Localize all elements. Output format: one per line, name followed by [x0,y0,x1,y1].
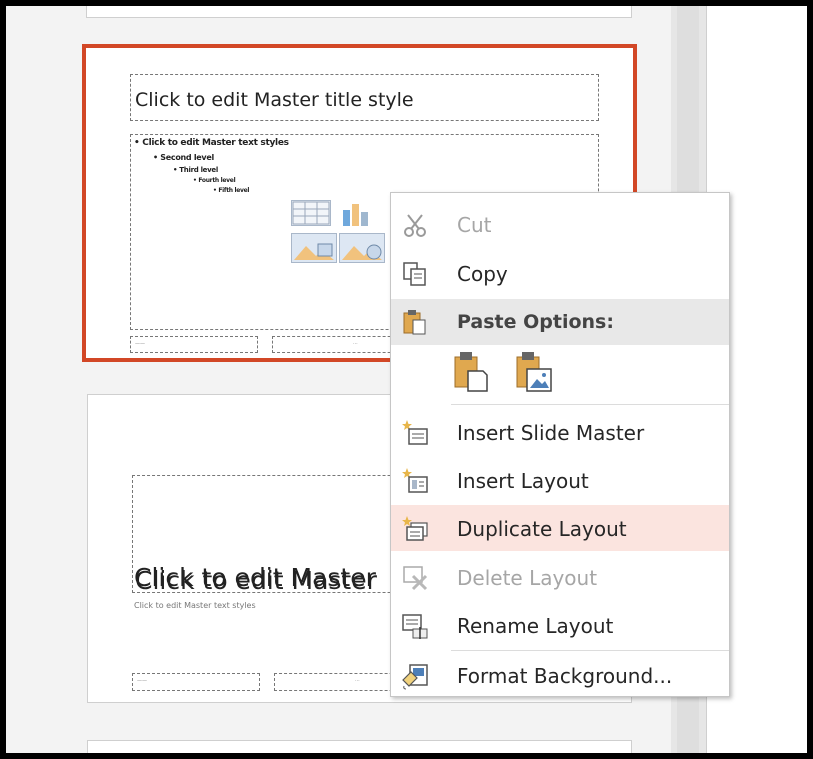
menu-item-format-background-label: Format Background... [457,664,673,688]
menu-item-rename-layout[interactable]: Rename Layout [391,602,729,648]
paste-keep-text-button[interactable] [451,349,491,395]
menu-item-insert-slide-master[interactable]: Insert Slide Master [391,409,729,455]
paste-picture-button[interactable] [513,349,557,395]
format-background-icon [401,662,429,690]
menu-item-delete-layout[interactable]: Delete Layout [391,554,729,600]
menu-item-rename-layout-label: Rename Layout [457,614,614,638]
menu-item-copy-label: Copy [457,262,508,286]
slide-thumbnail-pane: Click to edit Master title style • Click… [6,6,807,753]
rename-layout-icon [401,612,429,640]
layout-subtitle-text: Click to edit Master text styles [134,601,256,610]
slide-thumbnail-previous[interactable] [86,6,632,18]
menu-separator [451,650,729,651]
clipboard-icon [401,308,429,336]
text-level-4: • Fourth level [193,177,236,184]
menu-item-insert-layout-label: Insert Layout [457,469,589,493]
paste-keep-text-icon [451,352,491,399]
menu-item-cut-label: Cut [457,213,492,237]
insert-picture-icon [291,233,337,263]
menu-item-cut[interactable]: Cut [391,201,729,247]
slide-thumbnail-next[interactable] [87,740,632,753]
master-title-text: Click to edit Master title style [135,89,414,111]
text-level-5: • Fifth level [213,187,250,194]
menu-item-copy[interactable]: Copy [391,250,729,296]
layout-date-placeholder: —— [132,673,260,691]
text-level-3: • Third level [173,166,218,174]
date-placeholder: —— [130,336,258,353]
layout-title-text-visible: Click to edit Master [134,563,376,592]
paste-options-header: Paste Options: [391,299,729,345]
menu-item-insert-layout[interactable]: Insert Layout [391,457,729,503]
insert-layout-icon [401,467,429,495]
insert-table-icon [291,200,331,226]
paste-picture-icon [513,352,557,399]
delete-layout-icon [401,564,429,592]
insert-slide-master-icon [401,419,429,447]
text-level-1: • Click to edit Master text styles [134,138,289,148]
scissors-icon [401,211,429,239]
insert-online-picture-icon [339,233,385,263]
copy-icon [401,260,429,288]
menu-item-insert-slide-master-label: Insert Slide Master [457,421,645,445]
menu-item-duplicate-layout-label: Duplicate Layout [457,517,627,541]
menu-separator [451,404,729,405]
duplicate-layout-icon [401,515,429,543]
context-menu: Cut Copy Paste Options: Insert Slide Mas… [390,192,730,697]
text-level-2: • Second level [153,153,214,162]
insert-chart-icon [341,200,371,226]
title-placeholder: Click to edit Master title style [130,74,599,121]
paste-options-label: Paste Options: [457,311,614,333]
menu-item-format-background[interactable]: Format Background... [391,652,729,698]
menu-item-delete-layout-label: Delete Layout [457,566,598,590]
menu-item-duplicate-layout[interactable]: Duplicate Layout [391,505,729,551]
